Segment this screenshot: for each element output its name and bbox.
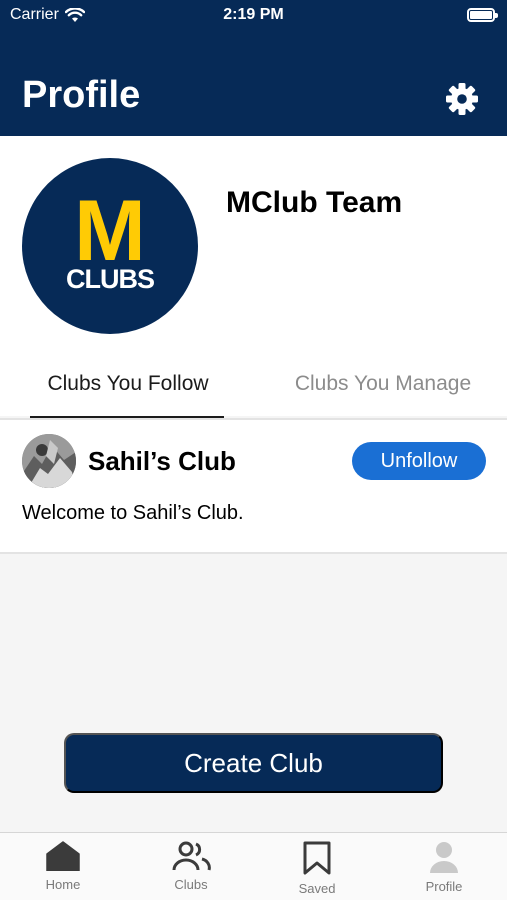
tab-bar-item-home[interactable]: Home — [0, 841, 126, 892]
tab-bar: Home Clubs Saved Profile — [0, 832, 507, 900]
club-list-item[interactable]: Sahil’s Club Unfollow Welcome to Sahil’s… — [0, 420, 507, 554]
create-club-button[interactable]: Create Club — [64, 733, 443, 793]
club-photo-icon — [22, 434, 76, 488]
tab-bar-label-clubs: Clubs — [174, 877, 208, 892]
profile-avatar: M CLUBS — [22, 158, 198, 334]
tab-bar-item-clubs[interactable]: Clubs — [128, 841, 254, 892]
club-avatar — [22, 434, 76, 488]
people-icon — [172, 841, 211, 871]
logo-text: CLUBS — [66, 264, 155, 294]
status-time: 2:19 PM — [223, 6, 284, 23]
club-description: Welcome to Sahil’s Club. — [22, 502, 244, 524]
club-name: Sahil’s Club — [88, 446, 236, 476]
tab-bar-item-profile[interactable]: Profile — [381, 841, 507, 894]
page-title: Profile — [22, 74, 141, 116]
navigation-bar: Profile — [0, 34, 507, 136]
tab-bar-item-saved[interactable]: Saved — [254, 841, 380, 896]
battery-icon — [467, 8, 498, 22]
tab-clubs-you-manage[interactable]: Clubs You Manage — [278, 372, 488, 396]
tab-bar-label-saved: Saved — [298, 881, 336, 896]
home-icon — [46, 841, 80, 871]
unfollow-button[interactable]: Unfollow — [352, 442, 486, 480]
tab-clubs-you-follow[interactable]: Clubs You Follow — [28, 372, 228, 396]
logo-letter: M — [74, 183, 146, 279]
settings-button[interactable] — [445, 82, 479, 116]
tab-bar-label-home: Home — [45, 877, 81, 892]
profile-header: M CLUBS MClub Team Clubs You Follow Club… — [0, 136, 507, 419]
profile-name: MClub Team — [226, 186, 403, 219]
gear-icon — [446, 83, 478, 115]
tab-bar-label-profile: Profile — [425, 879, 463, 894]
bookmark-icon — [303, 841, 331, 875]
status-bar: Carrier 2:19 PM — [0, 0, 507, 34]
person-icon — [430, 842, 458, 873]
